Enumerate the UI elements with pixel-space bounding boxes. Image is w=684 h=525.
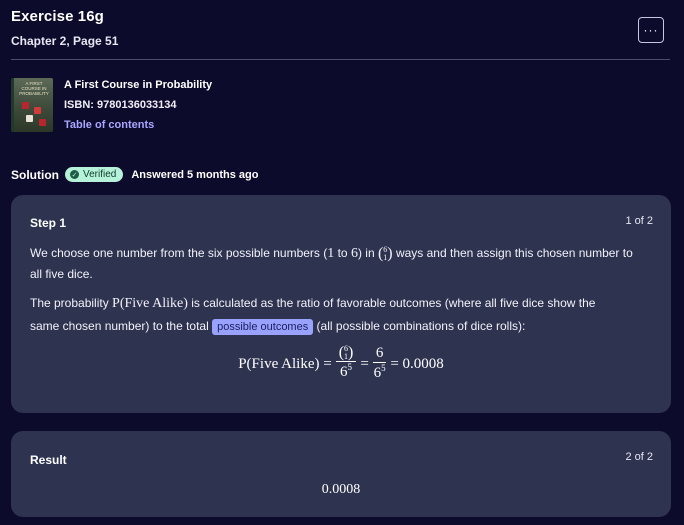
step-count: 2 of 2	[625, 451, 653, 463]
den-exp: 5	[347, 362, 353, 373]
book-title: A First Course in Probability	[64, 79, 213, 91]
den-base: 6	[340, 364, 348, 381]
step-paragraph-1: We choose one number from the six possib…	[30, 243, 657, 284]
check-icon: ✓	[70, 170, 79, 179]
table-of-contents-link[interactable]: Table of contents	[64, 119, 212, 131]
result-card: Result 2 of 2 0.0008	[11, 431, 671, 517]
math-inline: P(Five Alike)	[112, 296, 188, 311]
text-segment: same chosen number) to the total	[30, 319, 213, 333]
text-segment: is calculated as the ratio of favorable …	[187, 296, 596, 310]
book-info-section: A FIRST COURSE IN PROBABILITY A First Co…	[11, 78, 212, 132]
more-options-button[interactable]: ···	[638, 17, 664, 43]
more-icon: ···	[643, 23, 659, 37]
den-exp: 5	[381, 362, 386, 373]
exercise-title: Exercise 16g	[11, 8, 104, 25]
text-segment: ways and then assign this chosen number …	[392, 246, 633, 260]
die-icon	[22, 102, 29, 109]
math-inline: 6	[350, 246, 358, 261]
text-segment: to	[334, 246, 351, 260]
book-isbn: ISBN: 9780136033134	[64, 99, 177, 111]
die-icon	[34, 107, 41, 114]
step-paragraph-2: The probability P(Five Alike) is calcula…	[30, 292, 657, 338]
probability-formula: P(Five Alike) = (6 1) 65 = 6 65 = 0.0008	[11, 345, 671, 383]
fraction-numerator: 6	[372, 345, 387, 363]
binomial-coefficient: (6 1)	[377, 244, 393, 262]
fraction: (6 1) 65	[335, 344, 357, 383]
exercise-subtitle: Chapter 2, Page 51	[11, 34, 119, 48]
answered-time: Answered 5 months ago	[131, 168, 259, 181]
formula-result: = 0.0008	[390, 355, 444, 372]
fraction: 6 65	[372, 345, 387, 383]
verified-label: Verified	[83, 169, 117, 180]
step-label: Step 1	[30, 216, 67, 230]
text-segment: ) in	[357, 246, 378, 260]
text-segment: (all possible combinations of dice rolls…	[313, 319, 526, 333]
solution-label: Solution	[11, 167, 59, 182]
formula-lhs: P(Five Alike) =	[238, 355, 332, 372]
die-icon	[39, 119, 46, 126]
den-base: 6	[373, 364, 382, 381]
book-cover-title: A FIRST COURSE IN PROBABILITY	[19, 81, 49, 96]
text-segment: all five dice.	[30, 267, 93, 281]
step-count: 1 of 2	[625, 215, 653, 227]
text-segment: We choose one number from the six possib…	[30, 246, 328, 260]
result-label: Result	[30, 453, 67, 467]
book-cover-image[interactable]: A FIRST COURSE IN PROBABILITY	[11, 78, 53, 132]
text-segment: The probability	[30, 296, 113, 310]
formula-equals: =	[360, 355, 369, 372]
exercise-header: Exercise 16g Chapter 2, Page 51 ···	[11, 8, 670, 48]
highlighted-term[interactable]: possible outcomes	[212, 319, 314, 335]
header-divider	[11, 59, 670, 60]
step-card: Step 1 1 of 2 We choose one number from …	[11, 195, 671, 413]
solution-header: Solution ✓ Verified Answered 5 months ag…	[11, 167, 259, 182]
result-value: 0.0008	[321, 482, 361, 497]
verified-badge: ✓ Verified	[65, 167, 124, 182]
binomial-coefficient: (6 1)	[338, 344, 354, 362]
die-icon	[26, 115, 33, 122]
